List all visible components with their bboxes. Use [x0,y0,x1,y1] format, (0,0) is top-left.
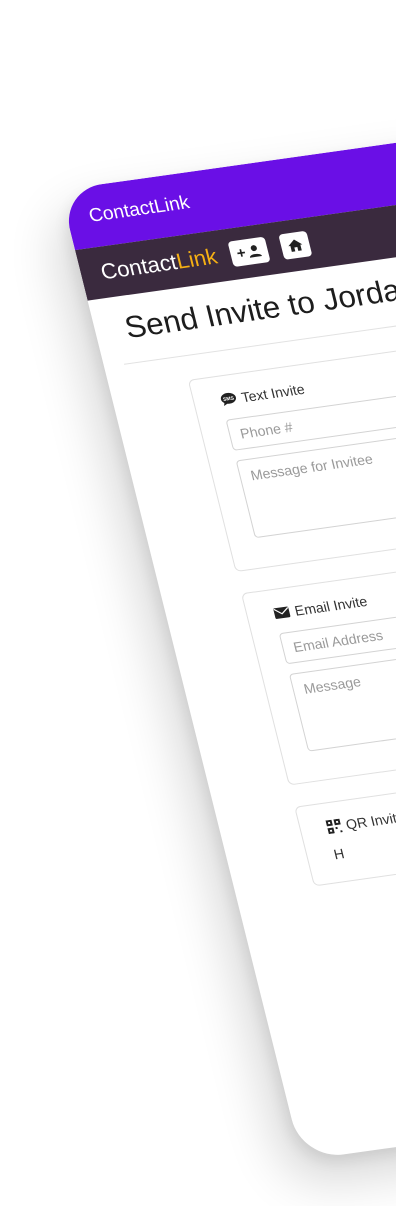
phone-placeholder: Phone # [238,418,295,442]
text-invite-header: SMS Text Invite [219,343,396,408]
brand-prefix: Contact [98,249,180,285]
qr-icon [325,818,343,835]
app-name: ContactLink [86,192,192,227]
qr-invite-header: QR Invite [325,770,396,835]
text-message-placeholder: Message for Invitee [248,450,375,484]
home-button[interactable] [278,230,313,260]
email-invite-card: Email Invite Email Address Message [240,537,396,786]
sms-icon: SMS [220,392,236,406]
person-icon [249,245,262,258]
phone-screen: ContactLink ContactLink + Send Invite to… [60,117,396,1161]
add-contact-button[interactable]: + [227,236,271,267]
text-invite-card: SMS Text Invite Phone # Message for Invi… [187,323,396,573]
email-placeholder: Email Address [291,626,385,656]
qr-invite-title: QR Invite [344,808,396,833]
home-icon [288,239,303,252]
main-content: Send Invite to Jordan Walker SMS Text In… [88,228,396,938]
screenshot-stage: ContactLink ContactLink + Send Invite to… [0,0,396,1206]
email-invite-header: Email Invite [272,556,396,621]
email-message-placeholder: Message [302,673,363,697]
text-invite-title: Text Invite [239,380,307,406]
brand-accent: Link [173,243,220,274]
envelope-icon [273,606,291,619]
brand-logo[interactable]: ContactLink [98,244,220,285]
email-invite-title: Email Invite [292,593,369,619]
